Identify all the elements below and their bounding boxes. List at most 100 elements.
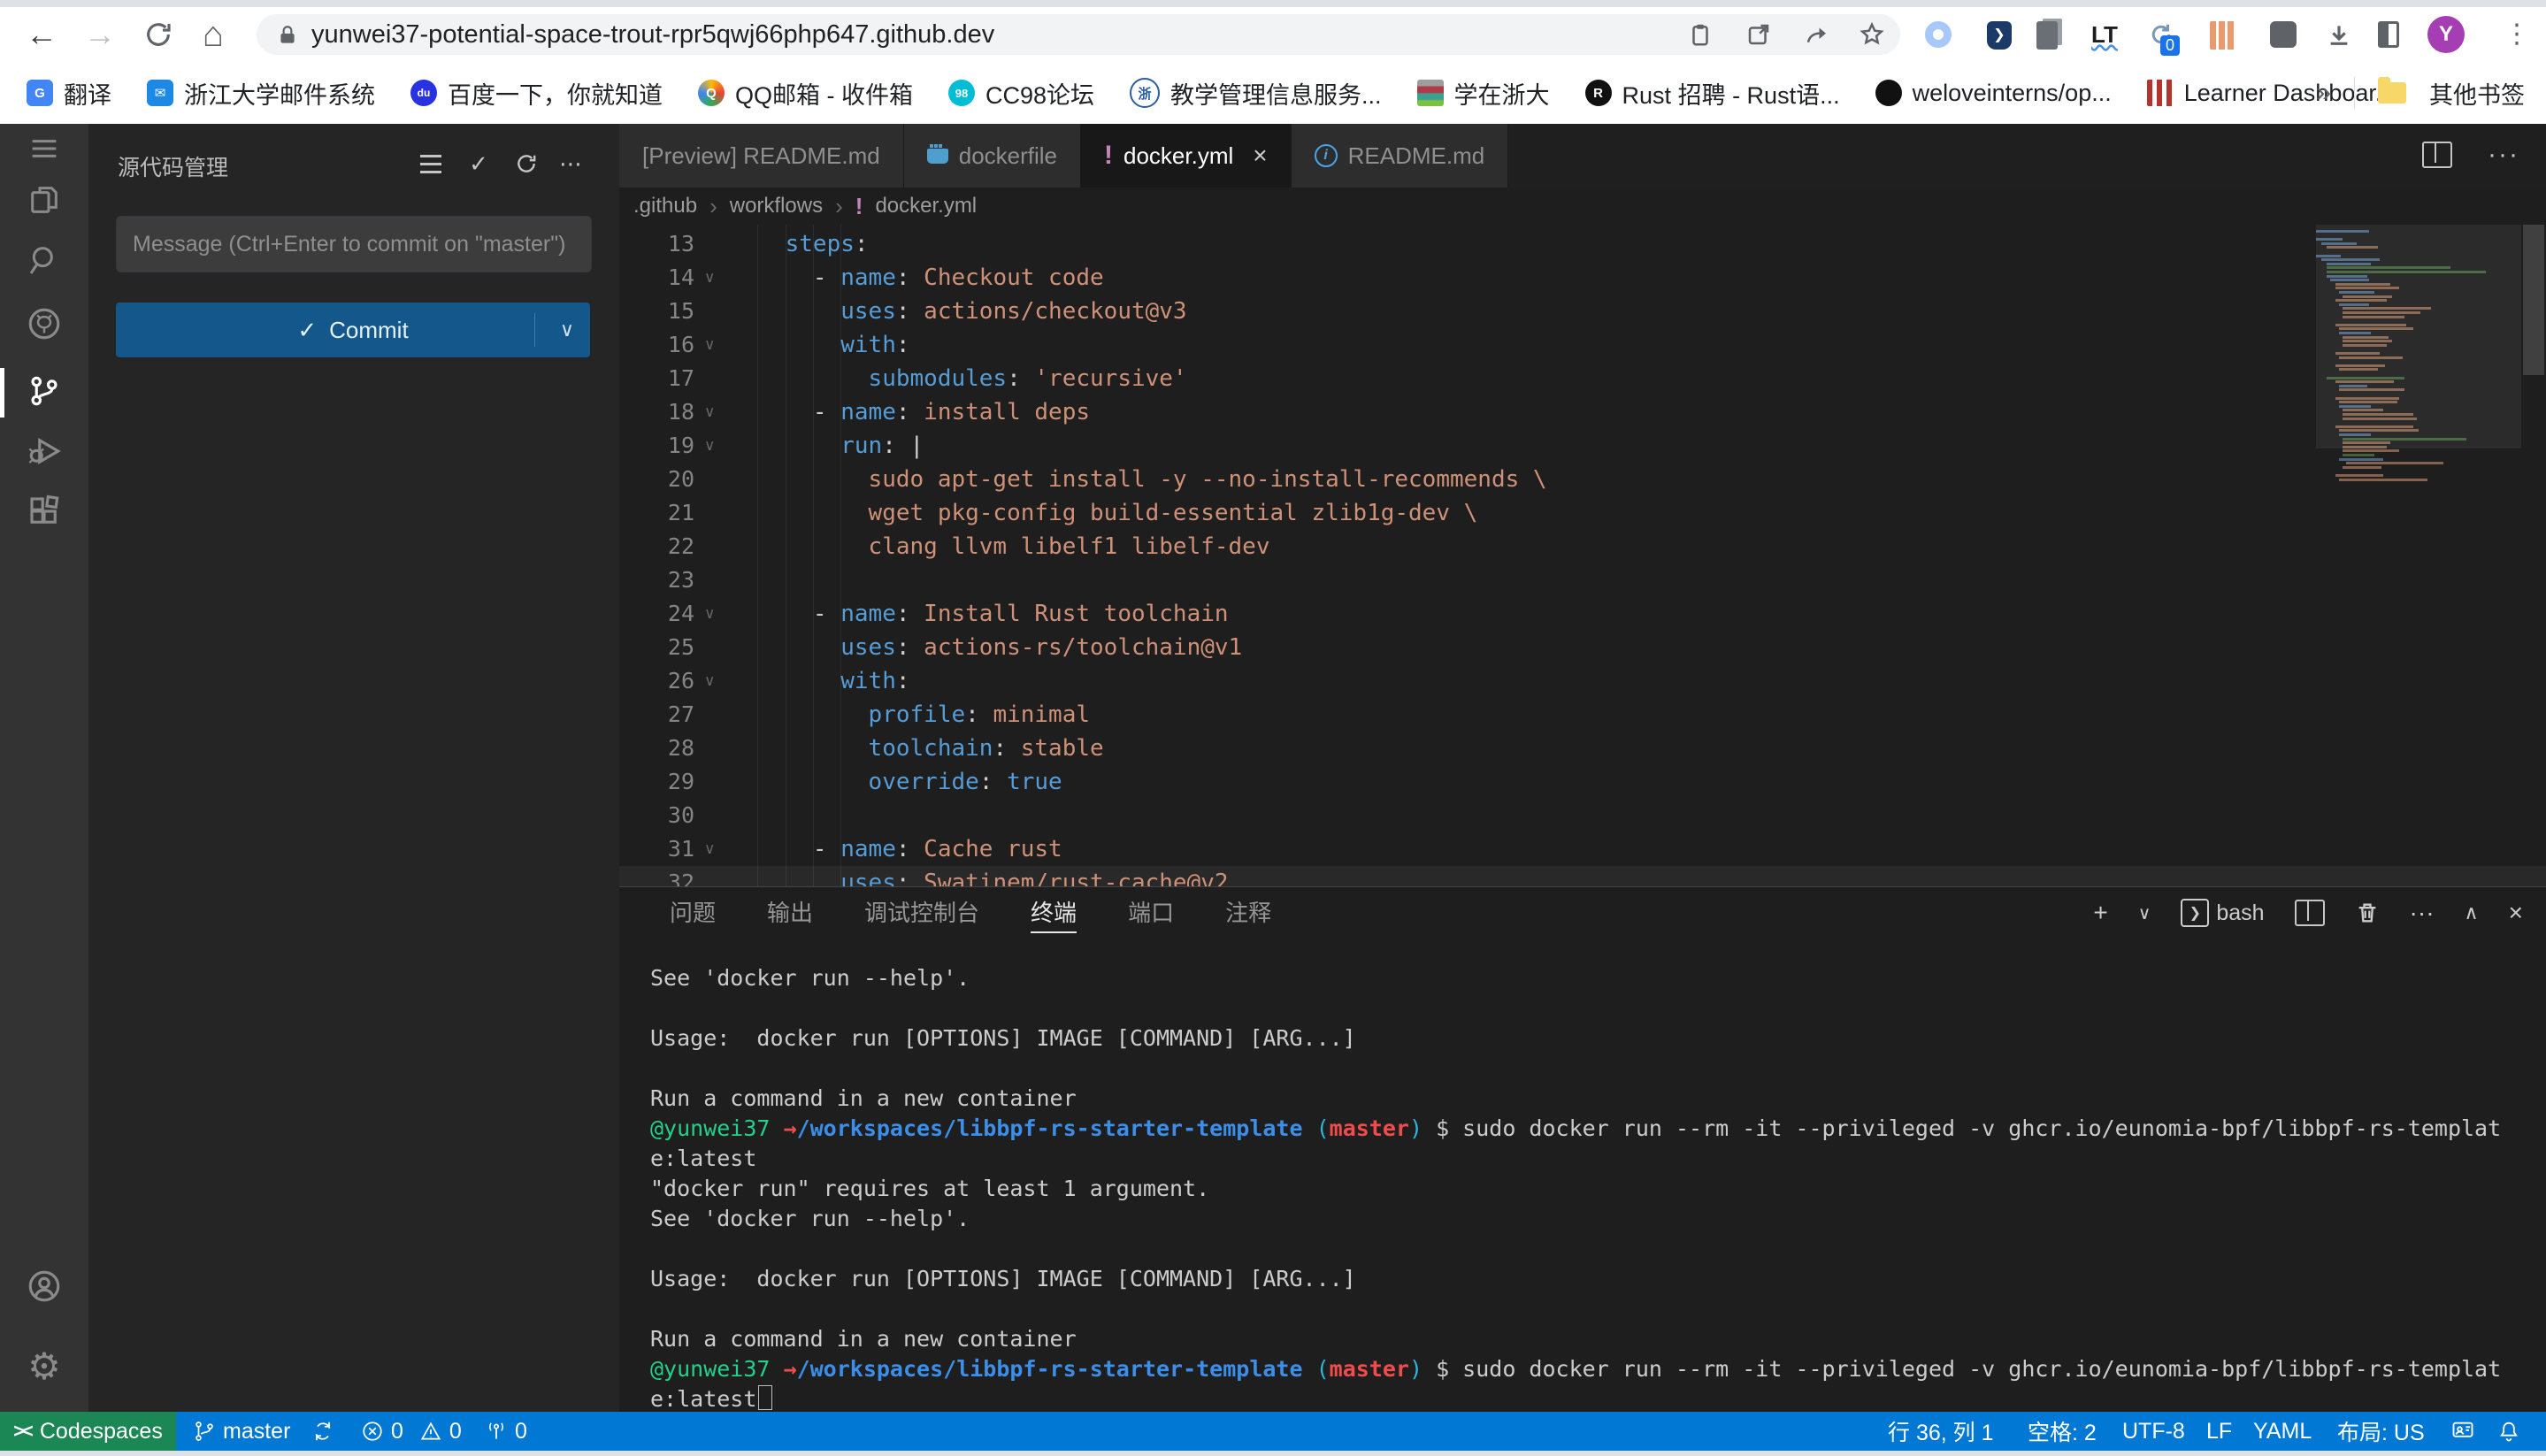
downloads-icon[interactable]: [2325, 21, 2353, 54]
side-panel-icon[interactable]: [2378, 21, 2399, 48]
fold-chevron-icon[interactable]: ∨: [704, 664, 715, 698]
editor-tab[interactable]: dockerfile: [904, 124, 1081, 188]
panel-tab[interactable]: 问题: [670, 887, 716, 939]
extension-shield-icon[interactable]: ❯: [1987, 21, 2012, 50]
bookmark-item[interactable]: du百度一下，你就知道: [410, 76, 663, 111]
chevron-down-icon[interactable]: ∨: [560, 303, 574, 357]
extension-pages-icon[interactable]: [2036, 21, 2058, 50]
back-icon[interactable]: ←: [21, 14, 62, 55]
account-icon[interactable]: [25, 1267, 64, 1306]
panel-tab[interactable]: 端口: [1128, 887, 1174, 939]
panel-tab[interactable]: 终端: [1031, 887, 1077, 939]
split-editor-icon[interactable]: [2422, 142, 2452, 168]
source-control-icon[interactable]: [25, 372, 64, 410]
commit-message-input[interactable]: [117, 217, 591, 272]
commit-check-icon[interactable]: ✓: [464, 149, 494, 179]
panel-tab[interactable]: 输出: [767, 887, 813, 939]
languagetool-icon[interactable]: LT: [2091, 21, 2118, 49]
code-editor[interactable]: 13 steps:14∨ - name: Checkout code15 use…: [619, 225, 2546, 886]
extensions-puzzle-icon[interactable]: [2270, 21, 2297, 48]
code-text: toolchain: stable: [730, 732, 1104, 765]
branch-indicator[interactable]: master: [193, 1412, 290, 1451]
bookmarks-overflow-icon[interactable]: »: [2316, 78, 2331, 108]
settings-gear-icon[interactable]: ⚙: [25, 1346, 64, 1385]
breadcrumb-item[interactable]: workflows: [730, 194, 823, 218]
panel-tab[interactable]: 调试控制台: [864, 887, 979, 939]
explorer-icon[interactable]: [25, 180, 64, 219]
cursor-position[interactable]: 行 36, 列 1: [1888, 1412, 1994, 1451]
extension-crayons-icon[interactable]: [2210, 21, 2236, 50]
bookmark-item[interactable]: 学在浙大: [1417, 76, 1550, 111]
code-text: steps:: [730, 227, 869, 261]
sync-extension-icon[interactable]: 0: [2148, 21, 2174, 52]
home-icon[interactable]: ⌂: [193, 14, 234, 55]
editor-actions: ···: [2422, 140, 2519, 170]
breadcrumb-item[interactable]: .github: [633, 194, 697, 218]
kill-terminal-icon[interactable]: [2355, 900, 2380, 925]
bookmark-item[interactable]: RRust 招聘 - Rust语...: [1585, 76, 1840, 111]
editor-more-icon[interactable]: ···: [2488, 140, 2519, 170]
remote-indicator[interactable]: >< Codespaces: [0, 1412, 176, 1451]
notifications-bell-icon[interactable]: [2496, 1412, 2521, 1451]
split-terminal-icon[interactable]: [2295, 900, 2325, 926]
editor-tab[interactable]: !docker.yml×: [1081, 124, 1292, 188]
ports-indicator[interactable]: 0: [485, 1412, 527, 1451]
bookmark-item[interactable]: 98CC98论坛: [948, 76, 1094, 111]
fold-chevron-icon[interactable]: ∨: [704, 395, 715, 429]
language-mode[interactable]: YAML: [2253, 1412, 2312, 1451]
github-icon[interactable]: [25, 304, 64, 343]
sidebar-title: 源代码管理: [118, 150, 228, 182]
fold-chevron-icon[interactable]: ∨: [704, 328, 715, 362]
bookmark-item[interactable]: weloveinterns/op...: [1875, 80, 2112, 107]
fold-chevron-icon[interactable]: ∨: [704, 832, 715, 866]
panel-more-icon[interactable]: ···: [2410, 899, 2435, 927]
editor-tab[interactable]: iREADME.md: [1292, 124, 1509, 188]
panel-tab-bar: 问题输出调试控制台终端端口注释: [670, 887, 1271, 939]
browser-avatar[interactable]: Y: [2427, 16, 2465, 53]
problems-indicator[interactable]: 0 0: [361, 1412, 462, 1451]
reload-icon[interactable]: [138, 14, 179, 55]
refresh-icon[interactable]: [511, 149, 541, 179]
star-icon[interactable]: [1854, 21, 1890, 48]
address-bar[interactable]: yunwei37-potential-space-trout-rpr5qwj66…: [257, 14, 1900, 55]
editor-tab[interactable]: [Preview] README.md: [619, 124, 904, 188]
encoding[interactable]: UTF-8: [2122, 1412, 2185, 1451]
terminal[interactable]: See 'docker run --help'.Usage: docker ru…: [619, 939, 2546, 1413]
commit-button[interactable]: ✓ Commit ∨: [116, 303, 590, 357]
terminal-dropdown-icon[interactable]: ∨: [2138, 902, 2151, 924]
open-in-new-icon[interactable]: [1741, 21, 1776, 48]
feedback-icon[interactable]: [2450, 1412, 2475, 1451]
view-as-list-icon[interactable]: [416, 149, 446, 179]
panel-tab[interactable]: 注释: [1225, 887, 1271, 939]
close-panel-icon[interactable]: ×: [2509, 899, 2523, 927]
extensions-icon[interactable]: [25, 492, 64, 531]
bookmark-item[interactable]: 浙教学管理信息服务...: [1130, 76, 1382, 111]
fold-chevron-icon[interactable]: ∨: [704, 429, 715, 463]
other-bookmarks-label[interactable]: 其他书签: [2429, 76, 2525, 111]
run-debug-icon[interactable]: [25, 432, 64, 471]
fold-chevron-icon[interactable]: ∨: [704, 597, 715, 631]
terminal-shell-item[interactable]: ❯ bash: [2181, 899, 2264, 927]
more-actions-icon[interactable]: ⋯: [556, 149, 586, 179]
bookmark-item[interactable]: G翻译: [27, 76, 111, 111]
menu-icon[interactable]: [25, 129, 64, 168]
sync-indicator[interactable]: [311, 1412, 334, 1451]
fold-chevron-icon[interactable]: ∨: [704, 261, 715, 295]
extension-ring-icon[interactable]: [1925, 21, 1952, 48]
eol-indicator[interactable]: LF: [2206, 1412, 2232, 1451]
new-terminal-icon[interactable]: +: [2093, 899, 2107, 927]
clipboard-icon[interactable]: [1683, 21, 1718, 48]
indentation[interactable]: 空格: 2: [2028, 1412, 2097, 1451]
breadcrumb[interactable]: .github›workflows›!docker.yml: [633, 188, 977, 225]
bookmark-item[interactable]: ✉浙江大学邮件系统: [147, 76, 375, 111]
keyboard-layout[interactable]: 布局: US: [2337, 1412, 2425, 1451]
line-number: 26: [619, 664, 694, 698]
close-icon[interactable]: ×: [1253, 142, 1267, 170]
breadcrumb-item[interactable]: docker.yml: [875, 194, 977, 218]
bookmark-item[interactable]: QQQ邮箱 - 收件箱: [698, 76, 913, 111]
search-icon[interactable]: [25, 241, 64, 280]
forward-icon[interactable]: →: [80, 14, 120, 55]
share-icon[interactable]: [1799, 21, 1835, 48]
maximize-panel-icon[interactable]: ∧: [2465, 901, 2479, 924]
browser-menu-icon[interactable]: ⋮: [2504, 16, 2530, 53]
